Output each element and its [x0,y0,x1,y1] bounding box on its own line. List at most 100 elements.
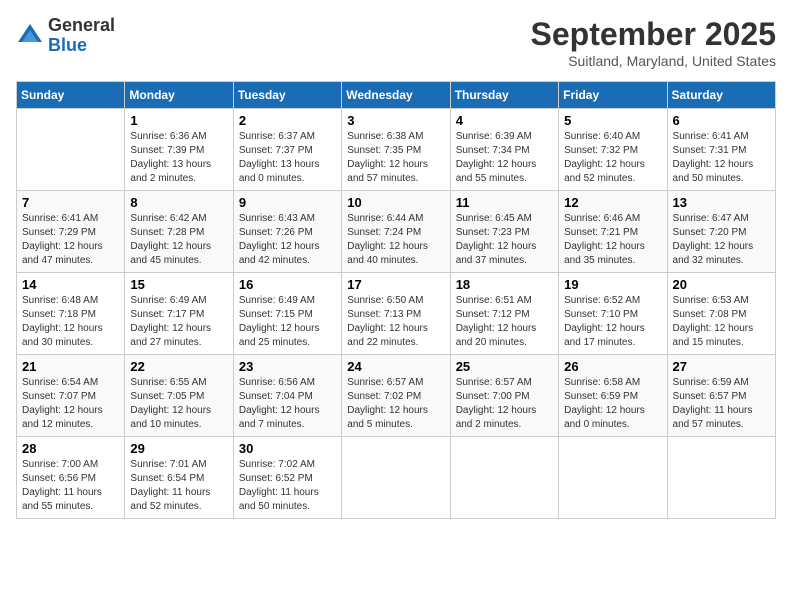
day-number: 23 [239,359,336,374]
calendar-cell: 6 Sunrise: 6:41 AM Sunset: 7:31 PM Dayli… [667,109,775,191]
sunrise: Sunrise: 6:59 AM [673,376,770,390]
cell-info: Sunrise: 6:42 AM Sunset: 7:28 PM Dayligh… [130,212,227,268]
sunset: Sunset: 7:18 PM [22,308,119,322]
logo-blue: Blue [48,35,87,55]
calendar-week-row: 21 Sunrise: 6:54 AM Sunset: 7:07 PM Dayl… [17,355,776,437]
sunrise: Sunrise: 6:48 AM [22,294,119,308]
location: Suitland, Maryland, United States [531,53,776,69]
daylight: Daylight: 12 hours and 22 minutes. [347,322,444,350]
daylight: Daylight: 12 hours and 12 minutes. [22,404,119,432]
daylight: Daylight: 11 hours and 50 minutes. [239,486,336,514]
weekday-header: Tuesday [233,82,341,109]
cell-info: Sunrise: 6:58 AM Sunset: 6:59 PM Dayligh… [564,376,661,432]
daylight: Daylight: 12 hours and 40 minutes. [347,240,444,268]
daylight: Daylight: 13 hours and 2 minutes. [130,158,227,186]
cell-info: Sunrise: 7:02 AM Sunset: 6:52 PM Dayligh… [239,458,336,514]
cell-info: Sunrise: 6:44 AM Sunset: 7:24 PM Dayligh… [347,212,444,268]
daylight: Daylight: 12 hours and 27 minutes. [130,322,227,350]
cell-info: Sunrise: 6:53 AM Sunset: 7:08 PM Dayligh… [673,294,770,350]
day-number: 10 [347,195,444,210]
sunrise: Sunrise: 7:01 AM [130,458,227,472]
sunrise: Sunrise: 6:39 AM [456,130,553,144]
calendar-cell [559,437,667,519]
daylight: Daylight: 12 hours and 55 minutes. [456,158,553,186]
daylight: Daylight: 12 hours and 37 minutes. [456,240,553,268]
sunset: Sunset: 7:17 PM [130,308,227,322]
cell-info: Sunrise: 6:52 AM Sunset: 7:10 PM Dayligh… [564,294,661,350]
day-number: 6 [673,113,770,128]
cell-info: Sunrise: 7:00 AM Sunset: 6:56 PM Dayligh… [22,458,119,514]
cell-info: Sunrise: 6:51 AM Sunset: 7:12 PM Dayligh… [456,294,553,350]
sunrise: Sunrise: 6:55 AM [130,376,227,390]
calendar-week-row: 28 Sunrise: 7:00 AM Sunset: 6:56 PM Dayl… [17,437,776,519]
sunset: Sunset: 7:02 PM [347,390,444,404]
day-number: 13 [673,195,770,210]
sunset: Sunset: 7:07 PM [22,390,119,404]
cell-info: Sunrise: 6:59 AM Sunset: 6:57 PM Dayligh… [673,376,770,432]
sunset: Sunset: 7:35 PM [347,144,444,158]
weekday-header-row: SundayMondayTuesdayWednesdayThursdayFrid… [17,82,776,109]
sunset: Sunset: 7:31 PM [673,144,770,158]
daylight: Daylight: 12 hours and 57 minutes. [347,158,444,186]
sunrise: Sunrise: 6:44 AM [347,212,444,226]
cell-info: Sunrise: 6:49 AM Sunset: 7:15 PM Dayligh… [239,294,336,350]
sunrise: Sunrise: 6:37 AM [239,130,336,144]
logo-icon [16,22,44,50]
sunrise: Sunrise: 6:57 AM [347,376,444,390]
sunset: Sunset: 7:00 PM [456,390,553,404]
cell-info: Sunrise: 6:49 AM Sunset: 7:17 PM Dayligh… [130,294,227,350]
sunrise: Sunrise: 6:40 AM [564,130,661,144]
weekday-header: Monday [125,82,233,109]
day-number: 21 [22,359,119,374]
sunrise: Sunrise: 6:51 AM [456,294,553,308]
calendar-cell [342,437,450,519]
day-number: 2 [239,113,336,128]
sunrise: Sunrise: 6:56 AM [239,376,336,390]
day-number: 20 [673,277,770,292]
day-number: 9 [239,195,336,210]
sunrise: Sunrise: 6:45 AM [456,212,553,226]
calendar-cell: 9 Sunrise: 6:43 AM Sunset: 7:26 PM Dayli… [233,191,341,273]
cell-info: Sunrise: 6:37 AM Sunset: 7:37 PM Dayligh… [239,130,336,186]
day-number: 29 [130,441,227,456]
day-number: 7 [22,195,119,210]
calendar-cell: 17 Sunrise: 6:50 AM Sunset: 7:13 PM Dayl… [342,273,450,355]
daylight: Daylight: 12 hours and 32 minutes. [673,240,770,268]
sunrise: Sunrise: 6:50 AM [347,294,444,308]
calendar-cell: 3 Sunrise: 6:38 AM Sunset: 7:35 PM Dayli… [342,109,450,191]
sunrise: Sunrise: 6:49 AM [130,294,227,308]
calendar-cell [17,109,125,191]
sunset: Sunset: 6:59 PM [564,390,661,404]
cell-info: Sunrise: 6:57 AM Sunset: 7:02 PM Dayligh… [347,376,444,432]
calendar-cell: 15 Sunrise: 6:49 AM Sunset: 7:17 PM Dayl… [125,273,233,355]
cell-info: Sunrise: 6:57 AM Sunset: 7:00 PM Dayligh… [456,376,553,432]
sunset: Sunset: 7:05 PM [130,390,227,404]
day-number: 1 [130,113,227,128]
calendar-cell: 26 Sunrise: 6:58 AM Sunset: 6:59 PM Dayl… [559,355,667,437]
cell-info: Sunrise: 6:55 AM Sunset: 7:05 PM Dayligh… [130,376,227,432]
day-number: 4 [456,113,553,128]
daylight: Daylight: 12 hours and 45 minutes. [130,240,227,268]
day-number: 19 [564,277,661,292]
daylight: Daylight: 12 hours and 47 minutes. [22,240,119,268]
cell-info: Sunrise: 6:36 AM Sunset: 7:39 PM Dayligh… [130,130,227,186]
cell-info: Sunrise: 6:56 AM Sunset: 7:04 PM Dayligh… [239,376,336,432]
cell-info: Sunrise: 6:43 AM Sunset: 7:26 PM Dayligh… [239,212,336,268]
sunset: Sunset: 7:26 PM [239,226,336,240]
calendar-cell: 16 Sunrise: 6:49 AM Sunset: 7:15 PM Dayl… [233,273,341,355]
sunset: Sunset: 7:12 PM [456,308,553,322]
sunrise: Sunrise: 6:46 AM [564,212,661,226]
sunrise: Sunrise: 6:36 AM [130,130,227,144]
daylight: Daylight: 12 hours and 35 minutes. [564,240,661,268]
logo: General Blue [16,16,115,56]
daylight: Daylight: 12 hours and 15 minutes. [673,322,770,350]
day-number: 8 [130,195,227,210]
calendar-week-row: 14 Sunrise: 6:48 AM Sunset: 7:18 PM Dayl… [17,273,776,355]
sunrise: Sunrise: 6:52 AM [564,294,661,308]
daylight: Daylight: 11 hours and 57 minutes. [673,404,770,432]
day-number: 15 [130,277,227,292]
sunset: Sunset: 7:39 PM [130,144,227,158]
daylight: Daylight: 12 hours and 10 minutes. [130,404,227,432]
cell-info: Sunrise: 6:39 AM Sunset: 7:34 PM Dayligh… [456,130,553,186]
weekday-header: Friday [559,82,667,109]
